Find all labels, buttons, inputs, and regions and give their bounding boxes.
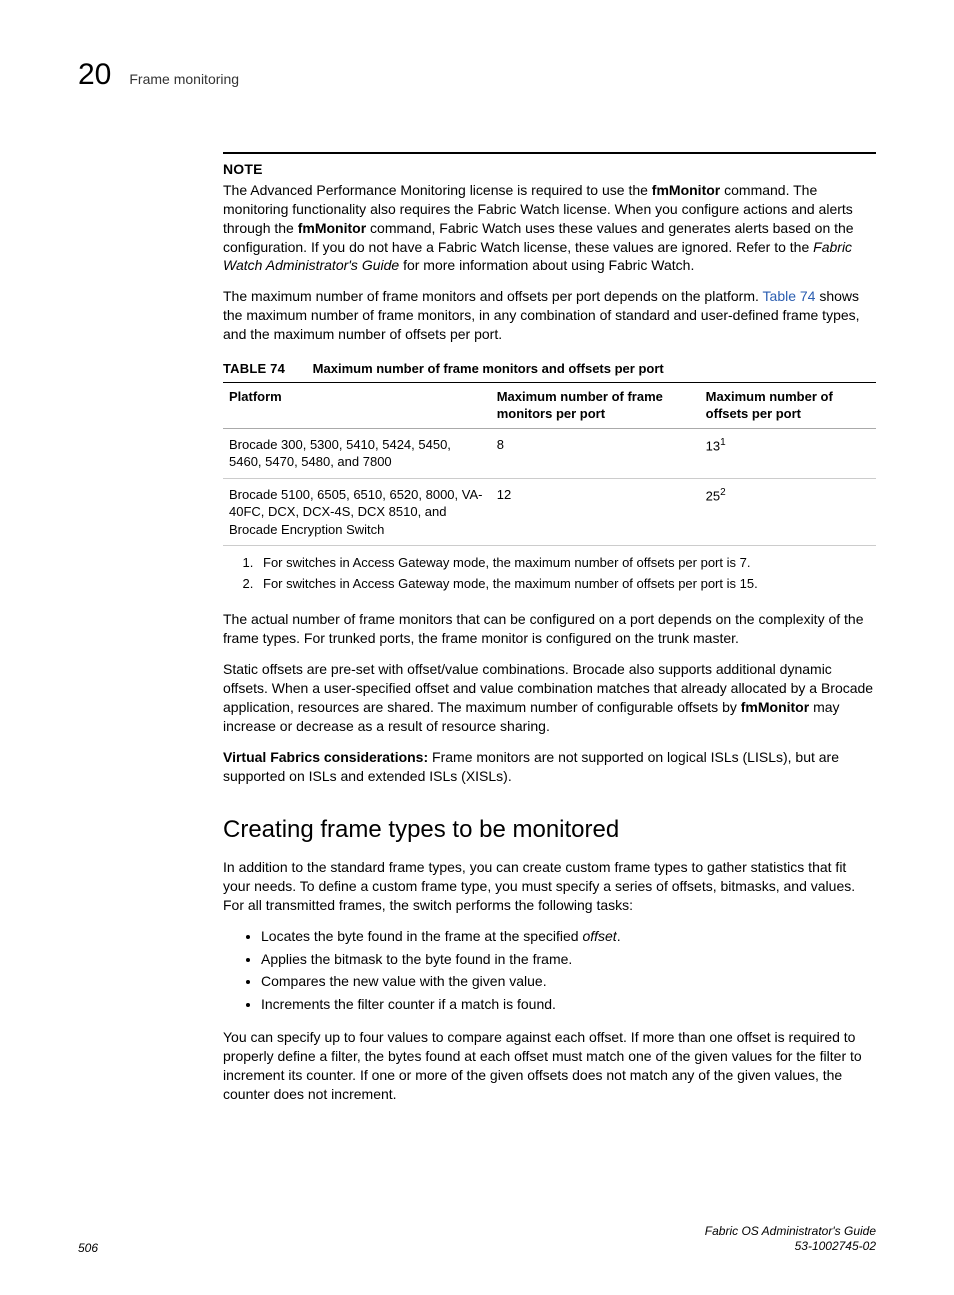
- footnote-ref: 2: [720, 487, 726, 498]
- col-monitors: Maximum number of frame monitors per por…: [491, 382, 700, 428]
- note-body: The Advanced Performance Monitoring lice…: [223, 181, 876, 275]
- cell-monitors: 8: [491, 428, 700, 478]
- offset-value: 25: [706, 488, 720, 503]
- table-row: Brocade 300, 5300, 5410, 5424, 5450, 546…: [223, 428, 876, 478]
- list-item: Compares the new value with the given va…: [261, 972, 876, 991]
- command-name: fmMonitor: [741, 699, 809, 715]
- cell-platform: Brocade 5100, 6505, 6510, 6520, 8000, VA…: [223, 478, 491, 546]
- table-header-row: Platform Maximum number of frame monitor…: [223, 382, 876, 428]
- note-heading: NOTE: [223, 160, 876, 179]
- subsection-heading: Creating frame types to be monitored: [223, 814, 876, 846]
- table-caption-text: Maximum number of frame monitors and off…: [313, 361, 664, 376]
- table-label: TABLE 74: [223, 361, 285, 376]
- page-footer: 506 Fabric OS Administrator's Guide 53-1…: [78, 1224, 876, 1255]
- col-platform: Platform: [223, 382, 491, 428]
- cell-offsets: 252: [700, 478, 876, 546]
- running-header: 20 Frame monitoring: [78, 58, 876, 92]
- body-text: The maximum number of frame monitors and…: [223, 288, 763, 304]
- table-row: Brocade 5100, 6505, 6510, 6520, 8000, VA…: [223, 478, 876, 546]
- task-list: Locates the byte found in the frame at t…: [223, 927, 876, 1015]
- table-footnotes: For switches in Access Gateway mode, the…: [223, 554, 876, 592]
- body-paragraph: You can specify up to four values to com…: [223, 1028, 876, 1104]
- footnote-ref: 1: [720, 437, 726, 448]
- cell-platform: Brocade 300, 5300, 5410, 5424, 5450, 546…: [223, 428, 491, 478]
- item-text: Locates the byte found in the frame at t…: [261, 928, 582, 944]
- note-text: for more information about using Fabric …: [399, 257, 694, 273]
- footnote: For switches in Access Gateway mode, the…: [257, 554, 876, 572]
- table-link[interactable]: Table 74: [763, 288, 816, 304]
- list-item: Increments the filter counter if a match…: [261, 995, 876, 1014]
- item-text: .: [617, 928, 621, 944]
- intro-paragraph: The maximum number of frame monitors and…: [223, 287, 876, 344]
- page: 20 Frame monitoring NOTE The Advanced Pe…: [0, 0, 954, 1295]
- book-title: Fabric OS Administrator's Guide: [705, 1224, 876, 1240]
- page-number: 506: [78, 1241, 98, 1255]
- note-rule: [223, 152, 876, 154]
- command-name: fmMonitor: [652, 182, 720, 198]
- list-item: Applies the bitmask to the byte found in…: [261, 950, 876, 969]
- footnote: For switches in Access Gateway mode, the…: [257, 575, 876, 593]
- chapter-number: 20: [78, 58, 111, 92]
- command-name: fmMonitor: [298, 220, 366, 236]
- list-item: Locates the byte found in the frame at t…: [261, 927, 876, 946]
- col-offsets: Maximum number of offsets per port: [700, 382, 876, 428]
- footer-right: Fabric OS Administrator's Guide 53-10027…: [705, 1224, 876, 1255]
- cell-offsets: 131: [700, 428, 876, 478]
- run-in-heading: Virtual Fabrics considerations:: [223, 749, 428, 765]
- doc-number: 53-1002745-02: [705, 1239, 876, 1255]
- body-paragraph: Virtual Fabrics considerations: Frame mo…: [223, 748, 876, 786]
- section-title: Frame monitoring: [129, 71, 239, 87]
- body-paragraph: Static offsets are pre-set with offset/v…: [223, 660, 876, 736]
- note-text: The Advanced Performance Monitoring lice…: [223, 182, 652, 198]
- body-paragraph: In addition to the standard frame types,…: [223, 858, 876, 915]
- cell-monitors: 12: [491, 478, 700, 546]
- table-caption: TABLE 74 Maximum number of frame monitor…: [223, 360, 876, 378]
- content-column: NOTE The Advanced Performance Monitoring…: [223, 152, 876, 1104]
- term: offset: [582, 928, 616, 944]
- body-paragraph: The actual number of frame monitors that…: [223, 610, 876, 648]
- offset-value: 13: [706, 438, 720, 453]
- limits-table: Platform Maximum number of frame monitor…: [223, 382, 876, 547]
